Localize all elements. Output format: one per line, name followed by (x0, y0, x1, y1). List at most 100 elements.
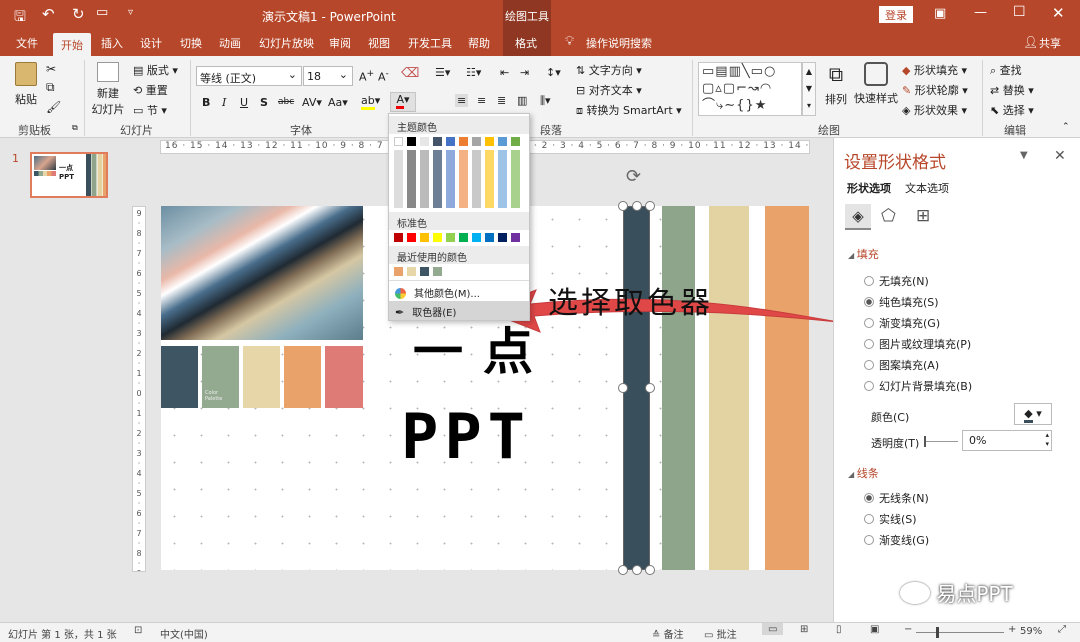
fill-section-header[interactable]: ◢ 填充 (848, 246, 879, 262)
slide-photo[interactable] (161, 206, 363, 340)
minimize-icon[interactable]: — (974, 5, 987, 20)
standard-color-swatch[interactable] (394, 233, 403, 242)
spellcheck-icon[interactable]: ⊡ (134, 625, 142, 636)
smartart-button[interactable]: ⧈ 转换为 SmartArt ▾ (576, 102, 682, 118)
tab-slideshow[interactable]: 幻灯片放映 (259, 35, 314, 51)
columns-icon[interactable]: ⫼▾ (540, 94, 551, 108)
find-button[interactable]: ⌕ 查找 (990, 62, 1022, 78)
spinner-icon[interactable]: ▴ ▾ (1045, 431, 1049, 449)
theme-color-swatch[interactable] (459, 137, 468, 146)
theme-color-swatch[interactable] (472, 137, 481, 146)
share-label[interactable]: 共享 (1039, 35, 1061, 51)
theme-color-swatch[interactable] (407, 137, 416, 146)
highlight-icon[interactable]: ab▾ (361, 94, 380, 110)
redo-icon[interactable]: ↻ (72, 5, 85, 23)
shape-fill-button[interactable]: ◆ 形状填充 ▾ (902, 62, 967, 78)
notes-button[interactable]: ≙ 备注 (652, 626, 684, 641)
justify-icon[interactable]: ≣ (497, 94, 506, 107)
comments-button[interactable]: ▭ 批注 (704, 626, 737, 641)
shapes-gallery[interactable]: ▭▤▥╲▭○ ▢▵▢⌐↝◠ ⌒⤷∼{}★ (698, 62, 802, 116)
shape-outline-button[interactable]: ✎ 形状轮廓 ▾ (902, 82, 968, 98)
fill-option-pattern[interactable]: 图案填充(A) (864, 357, 939, 373)
radio-button[interactable] (864, 339, 874, 349)
fill-option-slide-bg[interactable]: 幻灯片背景填充(B) (864, 378, 972, 394)
resize-handle[interactable] (618, 383, 628, 393)
tab-animations[interactable]: 动画 (219, 35, 241, 51)
theme-color-swatch[interactable] (485, 137, 494, 146)
line-section-header[interactable]: ◢ 线条 (848, 465, 879, 481)
collapse-ribbon-icon[interactable]: ⌃ (1062, 122, 1070, 132)
radio-button[interactable] (864, 514, 874, 524)
tab-help[interactable]: 帮助 (468, 35, 490, 51)
new-slide-button[interactable]: 新建 幻灯片 (90, 62, 126, 117)
login-button[interactable]: 登录 (879, 6, 913, 23)
bold-icon[interactable]: B (202, 96, 210, 109)
line-option-solid[interactable]: 实线(S) (864, 511, 917, 527)
line-option-none[interactable]: 无线条(N) (864, 490, 929, 506)
align-right-icon[interactable]: ≡ (477, 94, 486, 107)
copy-icon[interactable]: ⧉ (46, 80, 55, 95)
dialog-launcher-icon[interactable]: ⧉ (72, 123, 78, 133)
line-spacing-icon[interactable]: ↕▾ (546, 66, 561, 79)
fit-slide-icon[interactable]: ⤢ (1058, 624, 1066, 635)
tab-home[interactable]: 开始 (53, 33, 91, 56)
maximize-icon[interactable]: ☐ (1013, 4, 1026, 20)
tab-text-options[interactable]: 文本选项 (905, 180, 949, 196)
recent-color-swatch[interactable] (394, 267, 403, 276)
zoom-in-icon[interactable]: + (1008, 624, 1016, 635)
resize-handle[interactable] (645, 201, 655, 211)
recent-color-swatch[interactable] (407, 267, 416, 276)
tab-transitions[interactable]: 切换 (180, 35, 202, 51)
palette-swatch-3[interactable] (243, 346, 280, 408)
recent-color-swatch[interactable] (433, 267, 442, 276)
tab-shape-options[interactable]: 形状选项 (847, 180, 891, 196)
resize-handle[interactable] (645, 565, 655, 575)
align-center-icon[interactable]: ≡ (455, 94, 469, 107)
tab-review[interactable]: 审阅 (329, 35, 351, 51)
layout-button[interactable]: ▤ 版式 ▾ (133, 62, 178, 78)
format-painter-icon[interactable]: 🖌︎ (46, 100, 61, 114)
fill-option-gradient[interactable]: 渐变填充(G) (864, 315, 940, 331)
standard-color-swatch[interactable] (498, 233, 507, 242)
color-picker-button[interactable]: ◆ ▾ (1014, 403, 1052, 425)
standard-color-swatch[interactable] (407, 233, 416, 242)
change-case-icon[interactable]: Aa▾ (328, 96, 348, 109)
tab-insert[interactable]: 插入 (101, 35, 123, 51)
zoom-out-icon[interactable]: − (904, 624, 912, 635)
ribbon-display-icon[interactable]: ▣ (934, 6, 946, 21)
section-button[interactable]: ▭ 节 ▾ (133, 102, 167, 118)
resize-handle[interactable] (632, 201, 642, 211)
radio-button-selected[interactable] (864, 297, 874, 307)
resize-handle[interactable] (632, 565, 642, 575)
font-size-select[interactable]: 18 ⌄ (303, 66, 353, 86)
font-color-button[interactable]: A▾ (390, 92, 416, 112)
standard-color-swatch[interactable] (472, 233, 481, 242)
line-option-gradient[interactable]: 渐变线(G) (864, 532, 929, 548)
undo-icon[interactable]: ↶ (42, 5, 55, 23)
text-direction-button[interactable]: ⇅ 文字方向 ▾ (576, 62, 642, 78)
radio-button[interactable] (864, 535, 874, 545)
radio-button[interactable] (864, 381, 874, 391)
cut-icon[interactable]: ✂ (46, 62, 56, 76)
font-name-select[interactable]: 等线 (正文) ⌄ (196, 66, 302, 86)
radio-button[interactable] (864, 360, 874, 370)
standard-color-swatch[interactable] (433, 233, 442, 242)
theme-color-swatch[interactable] (511, 137, 520, 146)
fill-option-picture[interactable]: 图片或纹理填充(P) (864, 336, 971, 352)
palette-swatch-1[interactable] (161, 346, 198, 408)
italic-icon[interactable]: I (222, 96, 226, 109)
shape-effects-button[interactable]: ◈ 形状效果 ▾ (902, 102, 967, 118)
close-icon[interactable]: ✕ (1052, 4, 1065, 22)
fill-option-none[interactable]: 无填充(N) (864, 273, 929, 289)
tab-format[interactable]: 格式 (515, 35, 537, 51)
palette-swatch-5[interactable] (325, 346, 363, 408)
shadow-icon[interactable]: S (260, 96, 268, 109)
pane-close-icon[interactable]: ✕ (1054, 148, 1066, 164)
share-icon[interactable]: 👤︎ (1023, 35, 1038, 49)
align-text-button[interactable]: ⊟ 对齐文本 ▾ (576, 82, 642, 98)
normal-view-icon[interactable]: ▭ (762, 623, 784, 635)
shapes-gallery-scroll[interactable]: ▲ ▼ ▾ (802, 62, 816, 116)
slide-subtitle-text[interactable]: PPT (401, 402, 531, 472)
standard-color-swatch[interactable] (511, 233, 520, 242)
slideshow-view-icon[interactable]: ▣ (870, 624, 879, 635)
